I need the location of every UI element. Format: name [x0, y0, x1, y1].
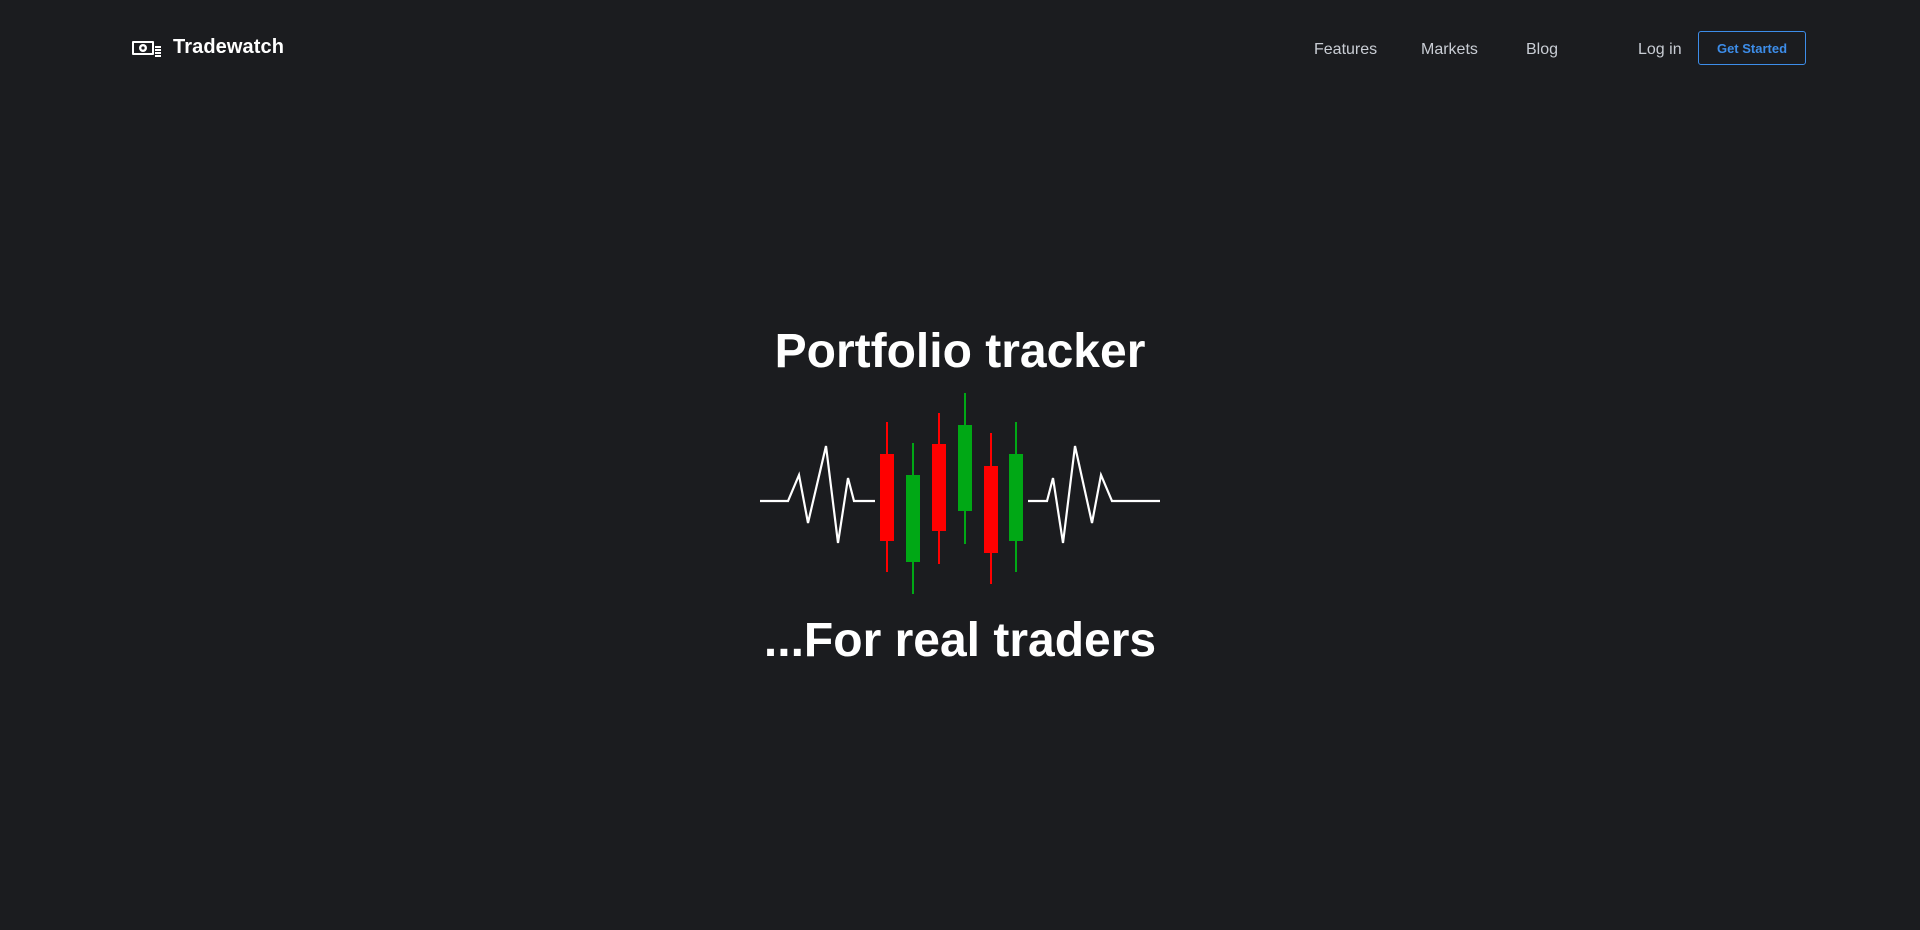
- top-navbar: Tradewatch Features Markets Blog Log in …: [0, 0, 1920, 98]
- get-started-button[interactable]: Get Started: [1698, 31, 1806, 65]
- nav-link-markets[interactable]: Markets: [1421, 38, 1478, 62]
- candle-5: [984, 433, 998, 584]
- candle-2: [906, 443, 920, 594]
- page: Tradewatch Features Markets Blog Log in …: [0, 0, 1920, 930]
- candle-6: [1009, 422, 1023, 572]
- pulse-line-right: [1028, 445, 1160, 544]
- nav-link-features[interactable]: Features: [1314, 38, 1377, 62]
- candle-4: [958, 393, 972, 544]
- candle-1: [880, 422, 894, 572]
- login-link[interactable]: Log in: [1638, 38, 1682, 62]
- main-nav: Features Markets Blog Log in: [0, 38, 1920, 62]
- candlestick-heartbeat-icon: [760, 393, 1160, 594]
- hero-title: Portfolio tracker: [774, 325, 1146, 378]
- pulse-line-left: [760, 445, 875, 544]
- hero-subtitle: ...For real traders: [763, 614, 1157, 667]
- candle-3: [932, 413, 946, 564]
- nav-link-blog[interactable]: Blog: [1526, 38, 1558, 62]
